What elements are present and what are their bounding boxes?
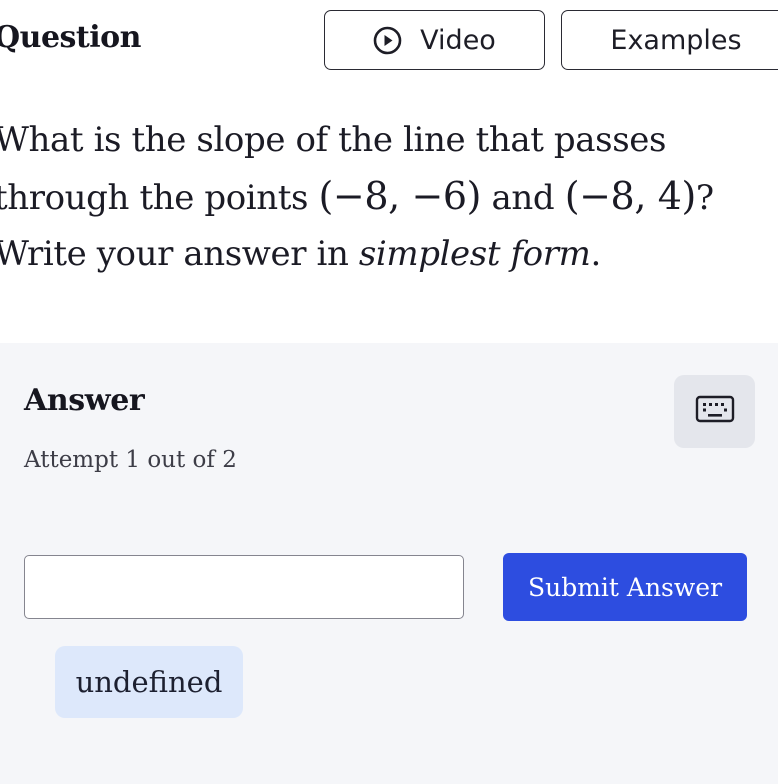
question-line-3-prefix: Write your answer in	[0, 234, 359, 274]
answer-input[interactable]	[24, 555, 464, 619]
keyboard-icon	[695, 395, 735, 428]
question-line-3-suffix: .	[590, 234, 601, 274]
question-line-1: What is the slope of the line that passe…	[0, 120, 667, 160]
answer-section: Answer Attempt 1 out of 2 Submit Answer …	[0, 343, 778, 784]
video-button[interactable]: Video	[324, 10, 545, 70]
simplest-form-emphasis: simplest form	[358, 234, 591, 274]
undefined-chip[interactable]: undefined	[55, 646, 243, 718]
submit-answer-button[interactable]: Submit Answer	[503, 553, 747, 621]
point-2: (−8, 4)	[564, 174, 697, 218]
attempt-counter: Attempt 1 out of 2	[24, 447, 237, 473]
keyboard-toggle-button[interactable]	[674, 375, 755, 448]
question-line-2-mid: and	[481, 178, 565, 218]
play-circle-icon	[373, 26, 402, 55]
answer-heading: Answer	[24, 383, 145, 418]
question-prompt: What is the slope of the line that passe…	[0, 112, 778, 282]
point-1: (−8, −6)	[318, 174, 482, 218]
examples-button-label: Examples	[610, 24, 742, 56]
video-button-label: Video	[420, 24, 496, 56]
question-line-2-suffix: ?	[695, 178, 714, 218]
question-heading: Question	[0, 20, 142, 55]
question-line-2-prefix: through the points	[0, 178, 319, 218]
question-section: Question Video Examples What is the slop…	[0, 0, 778, 343]
examples-button[interactable]: Examples	[561, 10, 778, 70]
